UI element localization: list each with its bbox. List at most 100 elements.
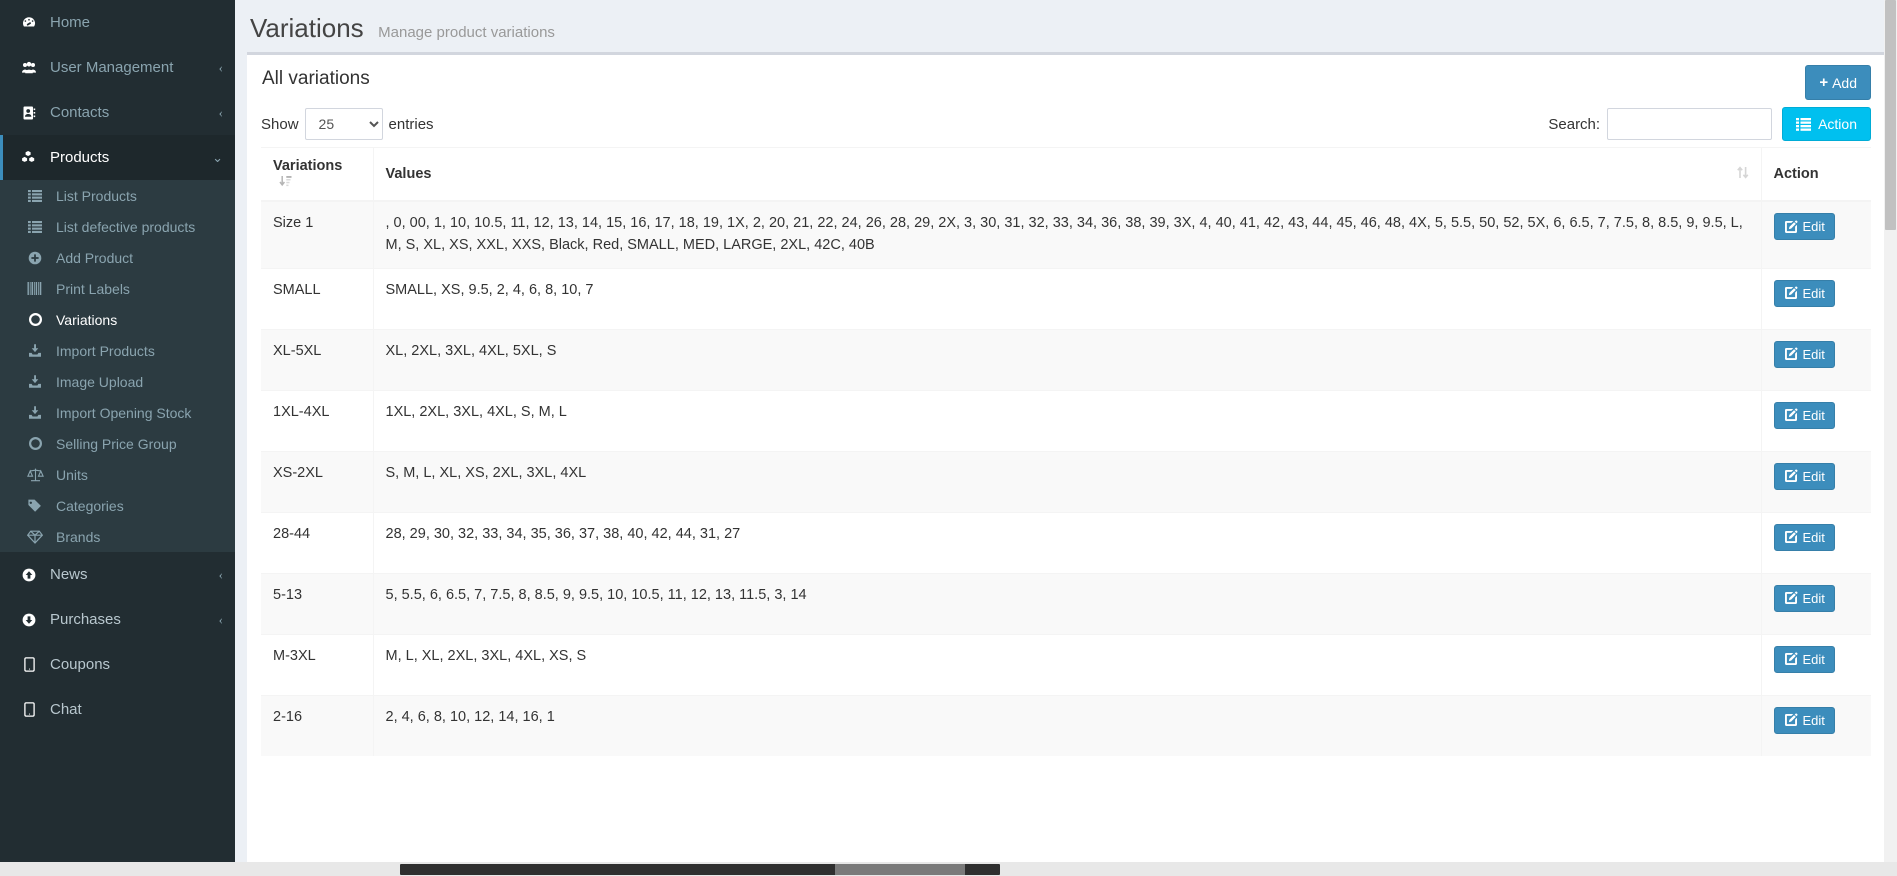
- column-header-variations[interactable]: Variations: [261, 147, 374, 202]
- pencil-square-icon: [1784, 286, 1798, 300]
- sidebar-item-label: Image Upload: [56, 373, 144, 390]
- pencil-square-icon: [1784, 469, 1798, 483]
- entries-label: entries: [388, 115, 434, 133]
- edit-button[interactable]: Edit: [1773, 645, 1835, 673]
- cell-values: 1XL, 2XL, 3XL, 4XL, S, M, L: [373, 389, 1761, 451]
- table-head: Variations Values Action: [261, 147, 1871, 202]
- sort-both-icon: [1736, 166, 1749, 179]
- circle-o-icon: [22, 312, 48, 327]
- search-input[interactable]: [1607, 108, 1773, 140]
- sidebar-item-label: List defective products: [56, 218, 196, 235]
- pencil-square-icon: [1784, 530, 1798, 544]
- tablet-icon: [16, 657, 42, 672]
- sidebar-item-brands[interactable]: Brands: [0, 521, 235, 552]
- page-header: Variations Manage product variations: [235, 0, 1897, 52]
- edit-button[interactable]: Edit: [1773, 401, 1835, 429]
- edit-button[interactable]: Edit: [1773, 523, 1835, 551]
- show-label: Show: [261, 115, 299, 133]
- add-button-label: Add: [1832, 74, 1857, 91]
- cell-values: XL, 2XL, 3XL, 4XL, 5XL, S: [373, 328, 1761, 390]
- sidebar-item-contacts[interactable]: Contacts ‹: [0, 90, 235, 135]
- table-row: XS-2XL S, M, L, XL, XS, 2XL, 3XL, 4XL Edit: [261, 450, 1871, 512]
- sidebar-item-image-upload[interactable]: Image Upload: [0, 366, 235, 397]
- table-row: M-3XL M, L, XL, 2XL, 3XL, 4XL, XS, S Edit: [261, 633, 1871, 695]
- pencil-square-icon: [1784, 347, 1798, 361]
- sidebar-item-coupons[interactable]: Coupons: [0, 642, 235, 687]
- edit-button-label: Edit: [1802, 346, 1825, 362]
- page-horizontal-scrollbar-thumb-highlight[interactable]: [835, 864, 965, 875]
- add-button[interactable]: + Add: [1805, 65, 1871, 100]
- page-length-select[interactable]: 255075100: [304, 108, 383, 140]
- tablet-icon: [16, 702, 42, 717]
- barcode-icon: [22, 282, 48, 295]
- cell-variation: SMALL: [261, 267, 374, 329]
- balance-scale-icon: [22, 467, 48, 482]
- edit-button[interactable]: Edit: [1773, 706, 1835, 734]
- edit-button-label: Edit: [1802, 285, 1825, 301]
- download-icon: [22, 343, 48, 359]
- edit-button-label: Edit: [1802, 219, 1825, 234]
- edit-button[interactable]: Edit: [1773, 462, 1835, 490]
- sidebar-item-products[interactable]: Products ⌄: [0, 135, 235, 180]
- sidebar-item-import-products[interactable]: Import Products: [0, 335, 235, 366]
- circle-o-icon: [22, 436, 48, 451]
- sidebar-item-label: Units: [56, 466, 88, 483]
- sidebar-item-label: Coupons: [50, 656, 111, 673]
- arrow-circle-down-icon: [16, 612, 42, 628]
- sidebar-item-label: Selling Price Group: [56, 435, 177, 452]
- page-vertical-scrollbar-thumb[interactable]: [1885, 0, 1896, 230]
- sidebar-item-selling-price-group[interactable]: Selling Price Group: [0, 428, 235, 459]
- column-header-values[interactable]: Values: [373, 147, 1761, 202]
- cell-action: Edit: [1760, 694, 1871, 756]
- edit-button[interactable]: Edit: [1773, 279, 1835, 307]
- sidebar-item-chat[interactable]: Chat: [0, 687, 235, 732]
- cell-values: , 0, 00, 1, 10, 10.5, 11, 12, 13, 14, 15…: [373, 200, 1761, 268]
- chevron-icon: ‹: [218, 104, 223, 120]
- edit-button[interactable]: Edit: [1773, 584, 1835, 612]
- action-button[interactable]: Action: [1782, 107, 1871, 141]
- datatable-controls: Show 255075100 entries Search:: [261, 101, 1871, 147]
- sidebar-item-label: Add Product: [56, 249, 134, 266]
- page-length-control: Show 255075100 entries: [261, 108, 434, 140]
- sidebar-item-home[interactable]: Home: [0, 0, 235, 45]
- sidebar-item-list-products[interactable]: List Products: [0, 180, 235, 211]
- download-icon: [22, 405, 48, 421]
- page-horizontal-scrollbar[interactable]: [0, 862, 1897, 876]
- table-body: Size 1, 0, 00, 1, 10, 10.5, 11, 12, 13, …: [261, 200, 1871, 756]
- plus-circle-icon: [22, 250, 48, 266]
- column-header-variations-label: Variations: [273, 158, 343, 174]
- variations-panel: All variations +Add Show 255075100 entri…: [247, 52, 1885, 870]
- sidebar-item-import-opening-stock[interactable]: Import Opening Stock: [0, 397, 235, 428]
- sidebar-item-label: Import Products: [56, 342, 155, 359]
- sidebar-item-news[interactable]: News ‹: [0, 552, 235, 597]
- table-row: 2-16 2, 4, 6, 8, 10, 12, 14, 16, 1 Edit: [261, 694, 1871, 756]
- edit-button[interactable]: Edit: [1773, 213, 1835, 240]
- sidebar-item-units[interactable]: Units: [0, 459, 235, 490]
- sidebar-item-label: Purchases: [50, 611, 121, 628]
- sidebar-item-user-management[interactable]: User Management ‹: [0, 45, 235, 90]
- sidebar-item-print-labels[interactable]: Print Labels: [0, 273, 235, 304]
- sidebar-item-label: User Management: [50, 59, 174, 76]
- diamond-icon: [22, 530, 48, 544]
- sidebar-item-list-defective-products[interactable]: List defective products: [0, 211, 235, 242]
- users-icon: [16, 60, 42, 76]
- cell-values: 28, 29, 30, 32, 33, 34, 35, 36, 37, 38, …: [373, 511, 1761, 573]
- page-vertical-scrollbar[interactable]: [1884, 0, 1897, 862]
- sidebar-item-add-product[interactable]: Add Product: [0, 242, 235, 273]
- sidebar-item-categories[interactable]: Categories: [0, 490, 235, 521]
- sidebar-item-purchases[interactable]: Purchases ‹: [0, 597, 235, 642]
- list-icon: [1796, 117, 1812, 131]
- sidebar-item-variations[interactable]: Variations: [0, 304, 235, 335]
- download-icon: [22, 374, 48, 390]
- edit-button-label: Edit: [1802, 407, 1825, 423]
- action-button-label: Action: [1818, 116, 1857, 132]
- table-row: 28-44 28, 29, 30, 32, 33, 34, 35, 36, 37,…: [261, 511, 1871, 573]
- sidebar-nav: Home User Management ‹ Contacts ‹ Products ⌄ Li…: [0, 0, 235, 732]
- edit-button-label: Edit: [1802, 712, 1825, 728]
- chevron-icon: ⌄: [212, 149, 223, 165]
- panel-header: All variations + Add: [247, 55, 1885, 101]
- cell-action: Edit: [1760, 511, 1871, 573]
- cell-variation: XL-5XL: [261, 328, 374, 390]
- edit-button[interactable]: Edit: [1773, 340, 1835, 368]
- sidebar-item-label: List Products: [56, 187, 137, 204]
